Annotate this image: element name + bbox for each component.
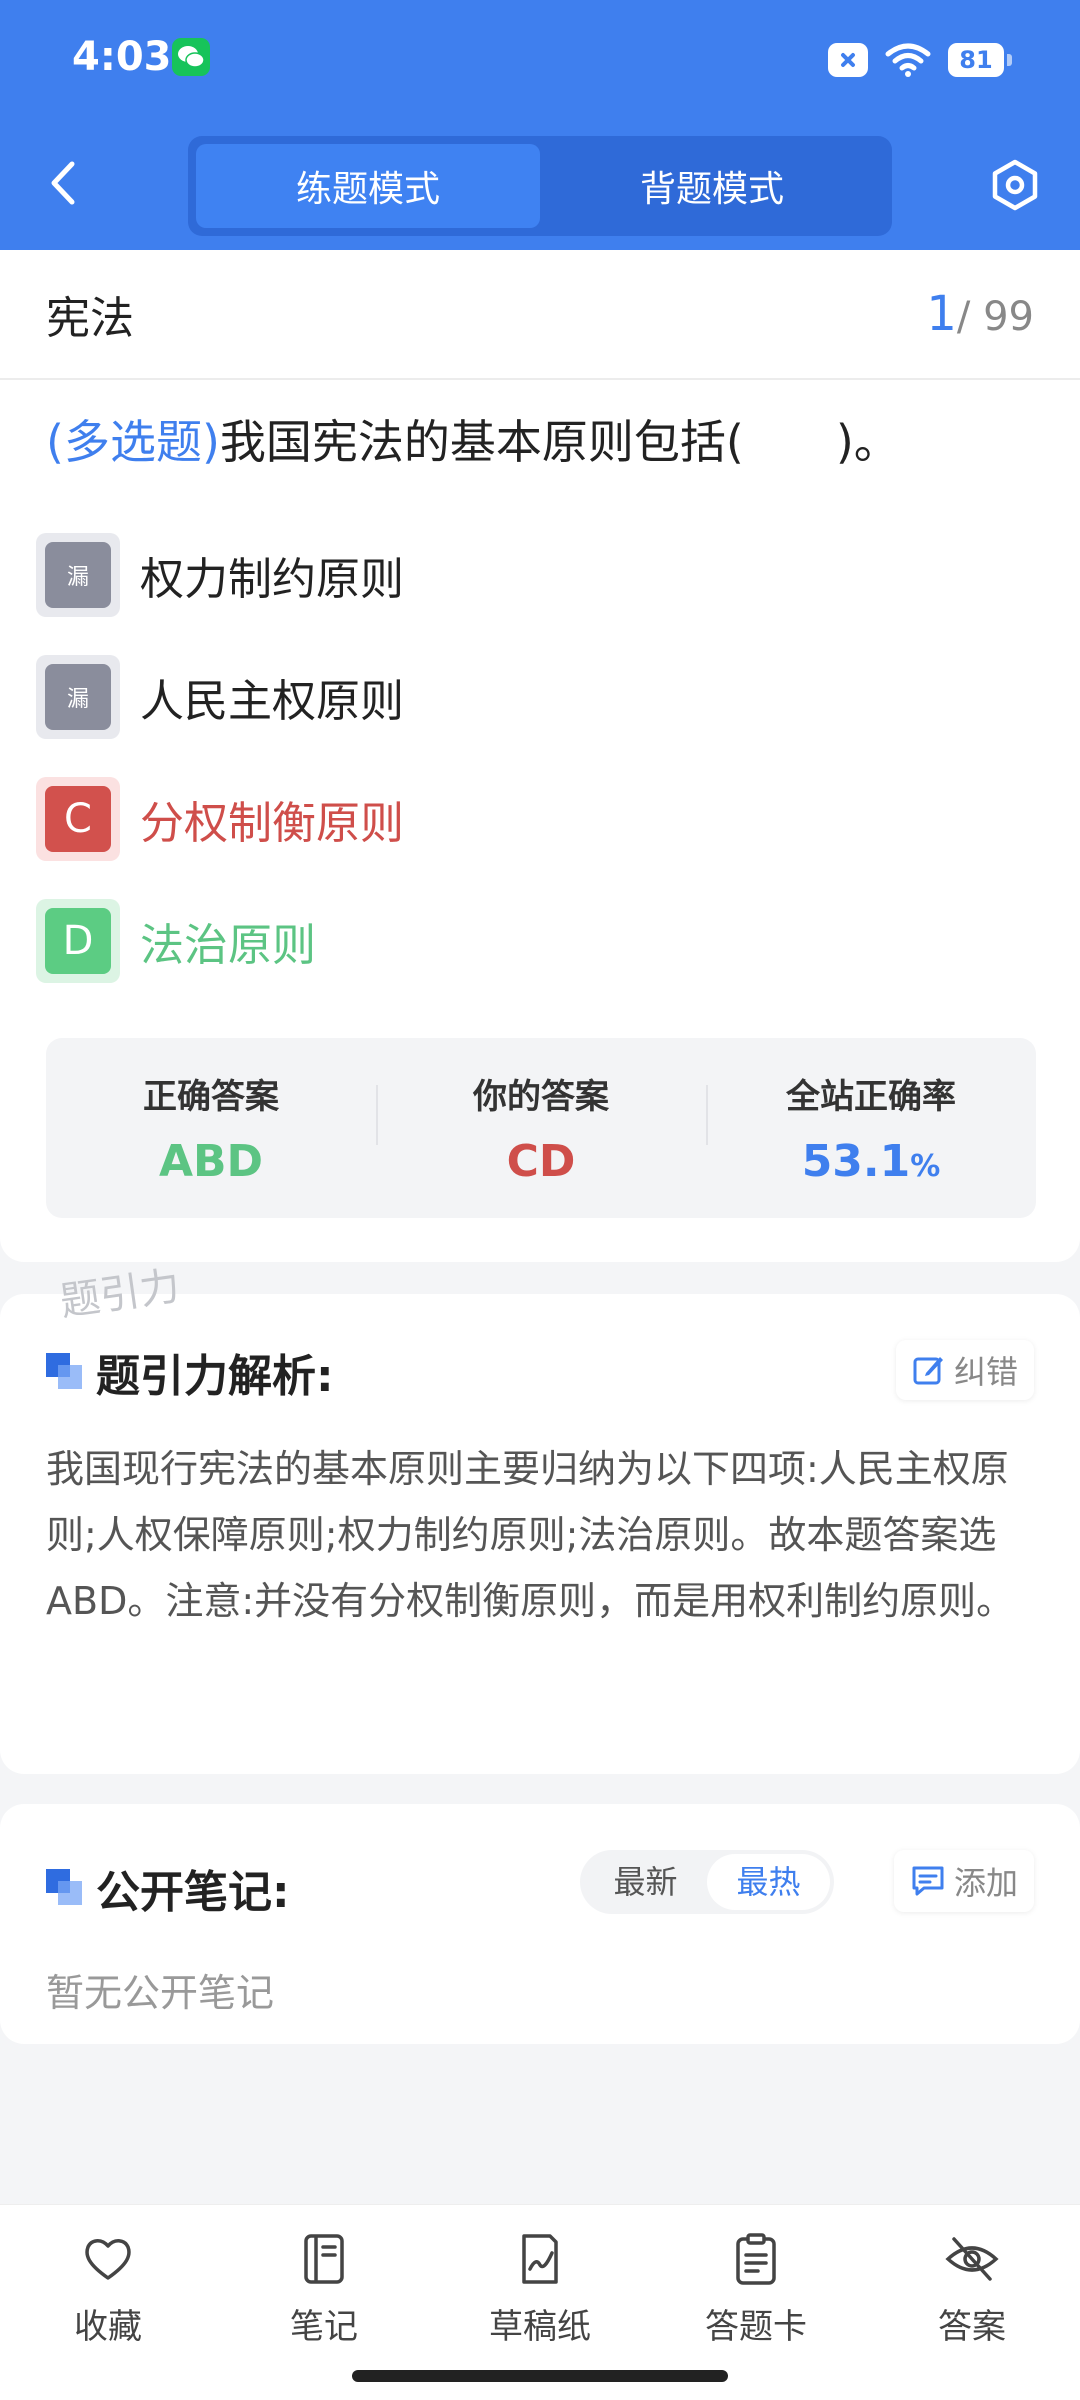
notes-sort-toggle: 最新 最热: [580, 1850, 834, 1914]
sort-hottest[interactable]: 最热: [707, 1854, 830, 1910]
section-squares-icon: [46, 1869, 84, 1907]
question-card: 宪法 1/ 99 (多选题)我国宪法的基本原则包括( )。 漏 权力制约原则 漏…: [0, 250, 1080, 1262]
back-arrow-icon[interactable]: [44, 158, 84, 208]
option-badge-wrap: 漏: [36, 533, 120, 617]
option-c[interactable]: C 分权制衡原则: [0, 758, 1080, 880]
tab-memorize-mode[interactable]: 背题模式: [540, 144, 884, 228]
stat-label: 你的答案: [473, 1077, 609, 1117]
stat-accuracy-rate: 全站正确率 53.1%: [706, 1069, 1036, 1187]
stat-correct-answer: 正确答案 ABD: [46, 1069, 376, 1187]
missed-badge: 漏: [45, 664, 111, 730]
options-list: 漏 权力制约原则 漏 人民主权原则 C 分权制衡原则 D 法治原则: [0, 514, 1080, 1002]
option-d[interactable]: D 法治原则: [0, 880, 1080, 1002]
status-icons: 81: [828, 40, 1012, 80]
report-error-label: 纠错: [953, 1353, 1018, 1391]
eye-off-icon: [945, 2237, 999, 2281]
add-note-label: 添加: [953, 1864, 1018, 1902]
add-note-button[interactable]: 添加: [893, 1850, 1034, 1912]
stat-your-answer: 你的答案 CD: [376, 1069, 706, 1187]
nav-label: 收藏: [74, 2307, 142, 2347]
option-badge-wrap: D: [36, 899, 120, 983]
correct-badge: D: [45, 908, 111, 974]
nav-label: 答题卡: [705, 2307, 807, 2347]
question-counter: 1/ 99: [926, 286, 1034, 342]
wechat-icon: [172, 38, 210, 76]
wrong-badge: C: [45, 786, 111, 852]
settings-hexagon-icon[interactable]: [988, 158, 1042, 212]
option-badge-wrap: C: [36, 777, 120, 861]
notes-title: 公开笔记:: [96, 1867, 290, 1918]
status-bar: 4:03 81: [0, 0, 1080, 120]
stat-value: CD: [506, 1136, 576, 1187]
question-stem: (多选题)我国宪法的基本原则包括( )。: [0, 380, 1080, 474]
question-text: 我国宪法的基本原则包括( )。: [219, 415, 900, 469]
empty-notes-text: 暂无公开笔记: [46, 1971, 275, 2015]
option-text: 权力制约原则: [140, 554, 404, 605]
notes-card: 公开笔记: 最新 最热 添加 暂无公开笔记: [0, 1804, 1080, 2044]
nav-label: 草稿纸: [489, 2307, 591, 2347]
option-a[interactable]: 漏 权力制约原则: [0, 514, 1080, 636]
draft-icon: [522, 2234, 558, 2284]
analysis-title: 题引力解析:: [96, 1351, 334, 1402]
report-error-button[interactable]: 纠错: [895, 1340, 1034, 1400]
battery-indicator: 81: [948, 43, 1012, 77]
stat-value: 53.1%: [706, 1136, 1036, 1187]
stat-label: 正确答案: [143, 1077, 279, 1117]
sort-latest[interactable]: 最新: [584, 1854, 707, 1910]
edit-icon: [913, 1357, 943, 1385]
rate-number: 53.1: [801, 1136, 911, 1187]
notification-x-icon: [828, 43, 868, 77]
nav-favorite[interactable]: 收藏: [0, 2205, 216, 2400]
stat-value: ABD: [158, 1136, 264, 1187]
comment-icon: [912, 1866, 944, 1896]
section-squares-icon: [46, 1353, 84, 1391]
option-b[interactable]: 漏 人民主权原则: [0, 636, 1080, 758]
answer-card-icon: [736, 2233, 776, 2285]
subject-title: 宪法: [46, 293, 134, 344]
notebook-icon: [304, 2234, 344, 2284]
notes-header: 公开笔记:: [46, 1856, 290, 1920]
total-questions: / 99: [956, 294, 1034, 340]
option-text: 人民主权原则: [140, 676, 404, 727]
status-time: 4:03: [72, 34, 172, 80]
answer-stats: 正确答案 ABD 你的答案 CD 全站正确率 53.1%: [46, 1038, 1036, 1218]
current-question-number: 1: [926, 286, 957, 342]
subject-row: 宪法 1/ 99: [0, 250, 1080, 380]
nav-label: 笔记: [290, 2307, 358, 2347]
mode-switch: 练题模式 背题模式: [188, 136, 892, 236]
stat-label: 全站正确率: [786, 1077, 956, 1117]
analysis-header: 题引力解析:: [46, 1340, 334, 1404]
analysis-card: 题引力解析: 纠错 我国现行宪法的基本原则主要归纳为以下四项:人民主权原则;人权…: [0, 1294, 1080, 1774]
nav-answer[interactable]: 答案: [864, 2205, 1080, 2400]
missed-badge: 漏: [45, 542, 111, 608]
option-text: 法治原则: [140, 920, 316, 971]
tab-practice-mode[interactable]: 练题模式: [196, 144, 540, 228]
option-badge-wrap: 漏: [36, 655, 120, 739]
home-indicator[interactable]: [352, 2370, 728, 2382]
question-type-label: (多选题): [46, 415, 220, 469]
rate-unit: %: [910, 1149, 941, 1184]
analysis-text: 我国现行宪法的基本原则主要归纳为以下四项:人民主权原则;人权保障原则;权力制约原…: [46, 1447, 1015, 1623]
heart-icon: [85, 2239, 131, 2280]
header: 4:03 81 练题模式 背题模式: [0, 0, 1080, 250]
option-text: 分权制衡原则: [140, 798, 404, 849]
nav-label: 答案: [938, 2307, 1006, 2347]
wifi-icon: [885, 43, 931, 77]
